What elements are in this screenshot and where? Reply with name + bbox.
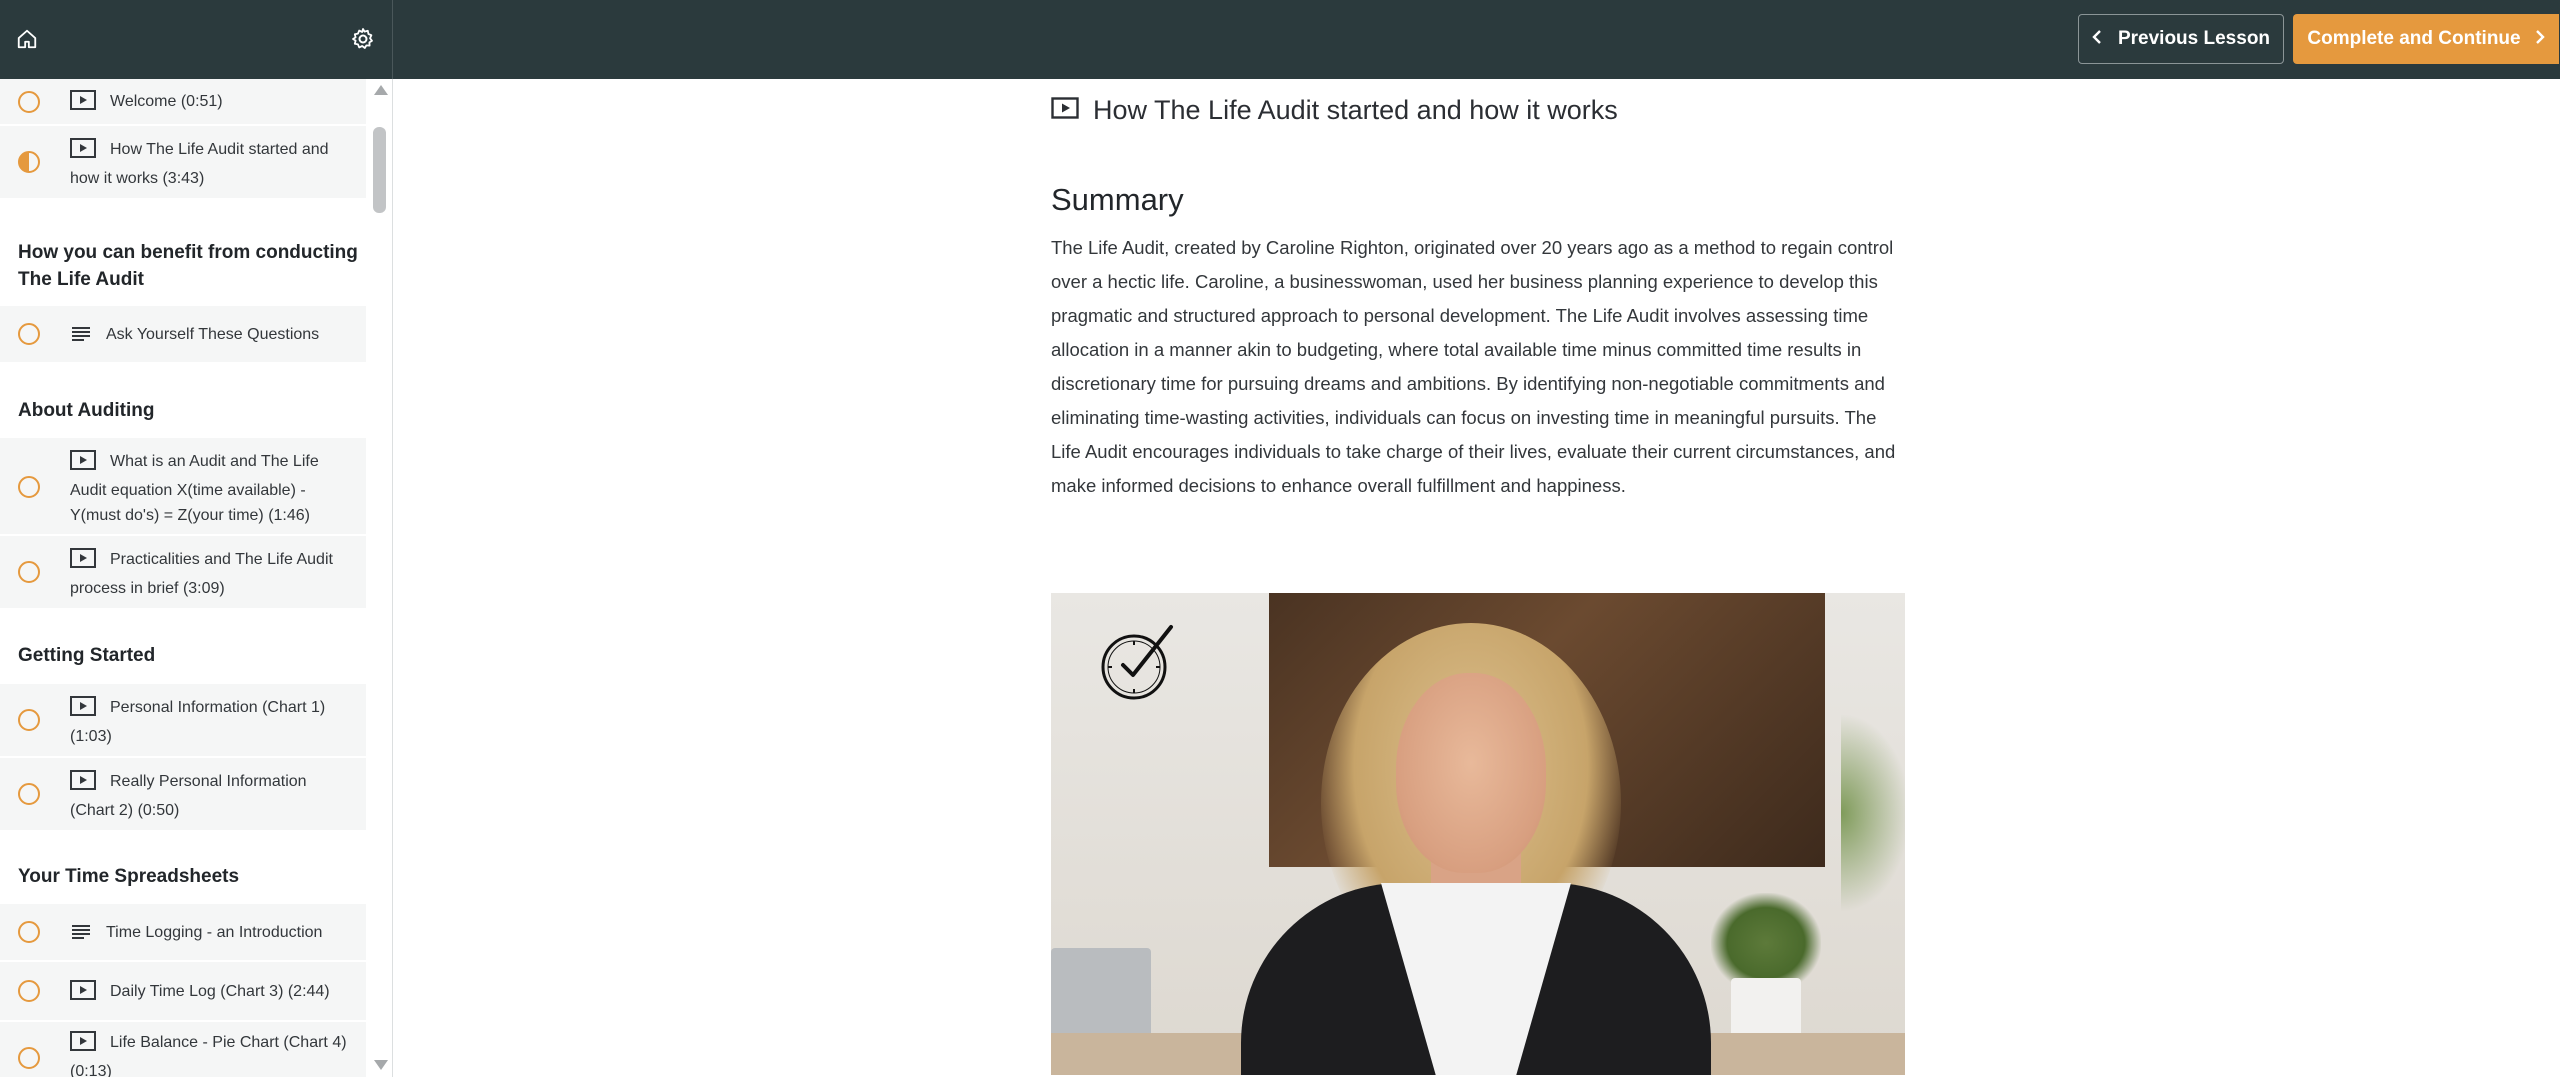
sidebar-scrollbar[interactable]	[366, 79, 392, 1077]
home-icon[interactable]	[12, 22, 42, 56]
summary-heading: Summary	[1051, 182, 1184, 217]
lecture-item-current[interactable]: How The Life Audit started and how it wo…	[0, 126, 366, 199]
section-title: Your Time Spreadsheets	[18, 866, 240, 887]
scroll-up-arrow-icon[interactable]	[374, 85, 388, 95]
lecture-label: Time Logging - an Introduction	[106, 924, 323, 941]
lecture-label: Really Personal Information (Chart 2) (0…	[70, 773, 307, 819]
top-bar-sidebar-strip	[0, 0, 393, 79]
lecture-item[interactable]: Practicalities and The Life Audit proces…	[0, 536, 366, 609]
lecture-item[interactable]: Personal Information (Chart 1) (1:03)	[0, 684, 366, 757]
video-laptop	[1051, 948, 1151, 1038]
status-circle-icon	[18, 709, 40, 731]
previous-lesson-button[interactable]: Previous Lesson	[2078, 14, 2284, 64]
presenter-face	[1396, 673, 1546, 873]
video-player[interactable]	[1051, 593, 1905, 1075]
lesson-title: How The Life Audit started and how it wo…	[1051, 95, 1618, 126]
text-icon	[70, 325, 92, 351]
section-title: About Auditing	[18, 400, 155, 421]
clock-check-icon	[1101, 623, 1175, 708]
lecture-label: Ask Yourself These Questions	[106, 326, 320, 343]
lecture-label: Daily Time Log (Chart 3) (2:44)	[110, 983, 330, 1000]
lecture-label: What is an Audit and The Life Audit equa…	[70, 453, 319, 524]
chevron-left-icon	[2092, 28, 2102, 50]
status-circle-icon	[18, 476, 40, 498]
previous-lesson-label: Previous Lesson	[2117, 28, 2271, 49]
video-icon	[1051, 95, 1079, 126]
text-icon	[70, 923, 92, 949]
video-icon	[70, 548, 96, 576]
lesson-title-text: How The Life Audit started and how it wo…	[1093, 95, 1618, 125]
lecture-item[interactable]: Daily Time Log (Chart 3) (2:44)	[0, 962, 366, 1021]
lecture-item[interactable]: Ask Yourself These Questions	[0, 306, 366, 363]
video-icon	[70, 696, 96, 724]
section-title: Getting Started	[18, 645, 156, 666]
video-icon	[70, 90, 96, 118]
complete-and-continue-button[interactable]: Complete and Continue	[2293, 14, 2559, 64]
status-circle-icon	[18, 91, 40, 113]
complete-and-continue-label: Complete and Continue	[2307, 28, 2521, 49]
lecture-label: Practicalities and The Life Audit proces…	[70, 551, 333, 597]
summary-text: The Life Audit, created by Caroline Righ…	[1051, 237, 1896, 496]
lesson-content: How The Life Audit started and how it wo…	[394, 79, 2560, 1077]
video-icon	[70, 1031, 96, 1059]
status-circle-icon	[18, 783, 40, 805]
lecture-label: How The Life Audit started and how it wo…	[70, 141, 329, 187]
lecture-item[interactable]: What is an Audit and The Life Audit equa…	[0, 438, 366, 535]
status-circle-icon	[18, 980, 40, 1002]
scroll-down-arrow-icon[interactable]	[374, 1060, 388, 1070]
lecture-label: Personal Information (Chart 1) (1:03)	[70, 699, 326, 745]
lecture-label: Life Balance - Pie Chart (Chart 4) (0:13…	[70, 1034, 347, 1077]
status-circle-icon	[18, 323, 40, 345]
scrollbar-thumb[interactable]	[373, 127, 386, 213]
status-circle-icon	[18, 921, 40, 943]
video-plant-leaves	[1841, 713, 1905, 913]
status-circle-icon	[18, 561, 40, 583]
status-circle-icon	[18, 1047, 40, 1069]
video-icon	[70, 770, 96, 798]
lecture-item[interactable]: Really Personal Information (Chart 2) (0…	[0, 758, 366, 831]
top-bar: Previous Lesson Complete and Continue	[0, 0, 2560, 79]
chevron-right-icon	[2535, 28, 2545, 50]
section-title: How you can benefit from conducting The …	[18, 242, 358, 290]
video-icon	[70, 450, 96, 478]
video-icon	[70, 138, 96, 166]
lecture-item[interactable]: Welcome (0:51)	[0, 79, 366, 125]
lecture-item[interactable]: Time Logging - an Introduction	[0, 904, 366, 961]
lecture-item[interactable]: Life Balance - Pie Chart (Chart 4) (0:13…	[0, 1022, 366, 1077]
video-icon	[70, 980, 96, 1008]
course-sidebar: Welcome (0:51) How The Life Audit starte…	[0, 79, 393, 1077]
lecture-label: Welcome (0:51)	[110, 93, 223, 110]
status-half-circle-icon	[18, 151, 40, 173]
gear-icon[interactable]	[347, 22, 379, 56]
